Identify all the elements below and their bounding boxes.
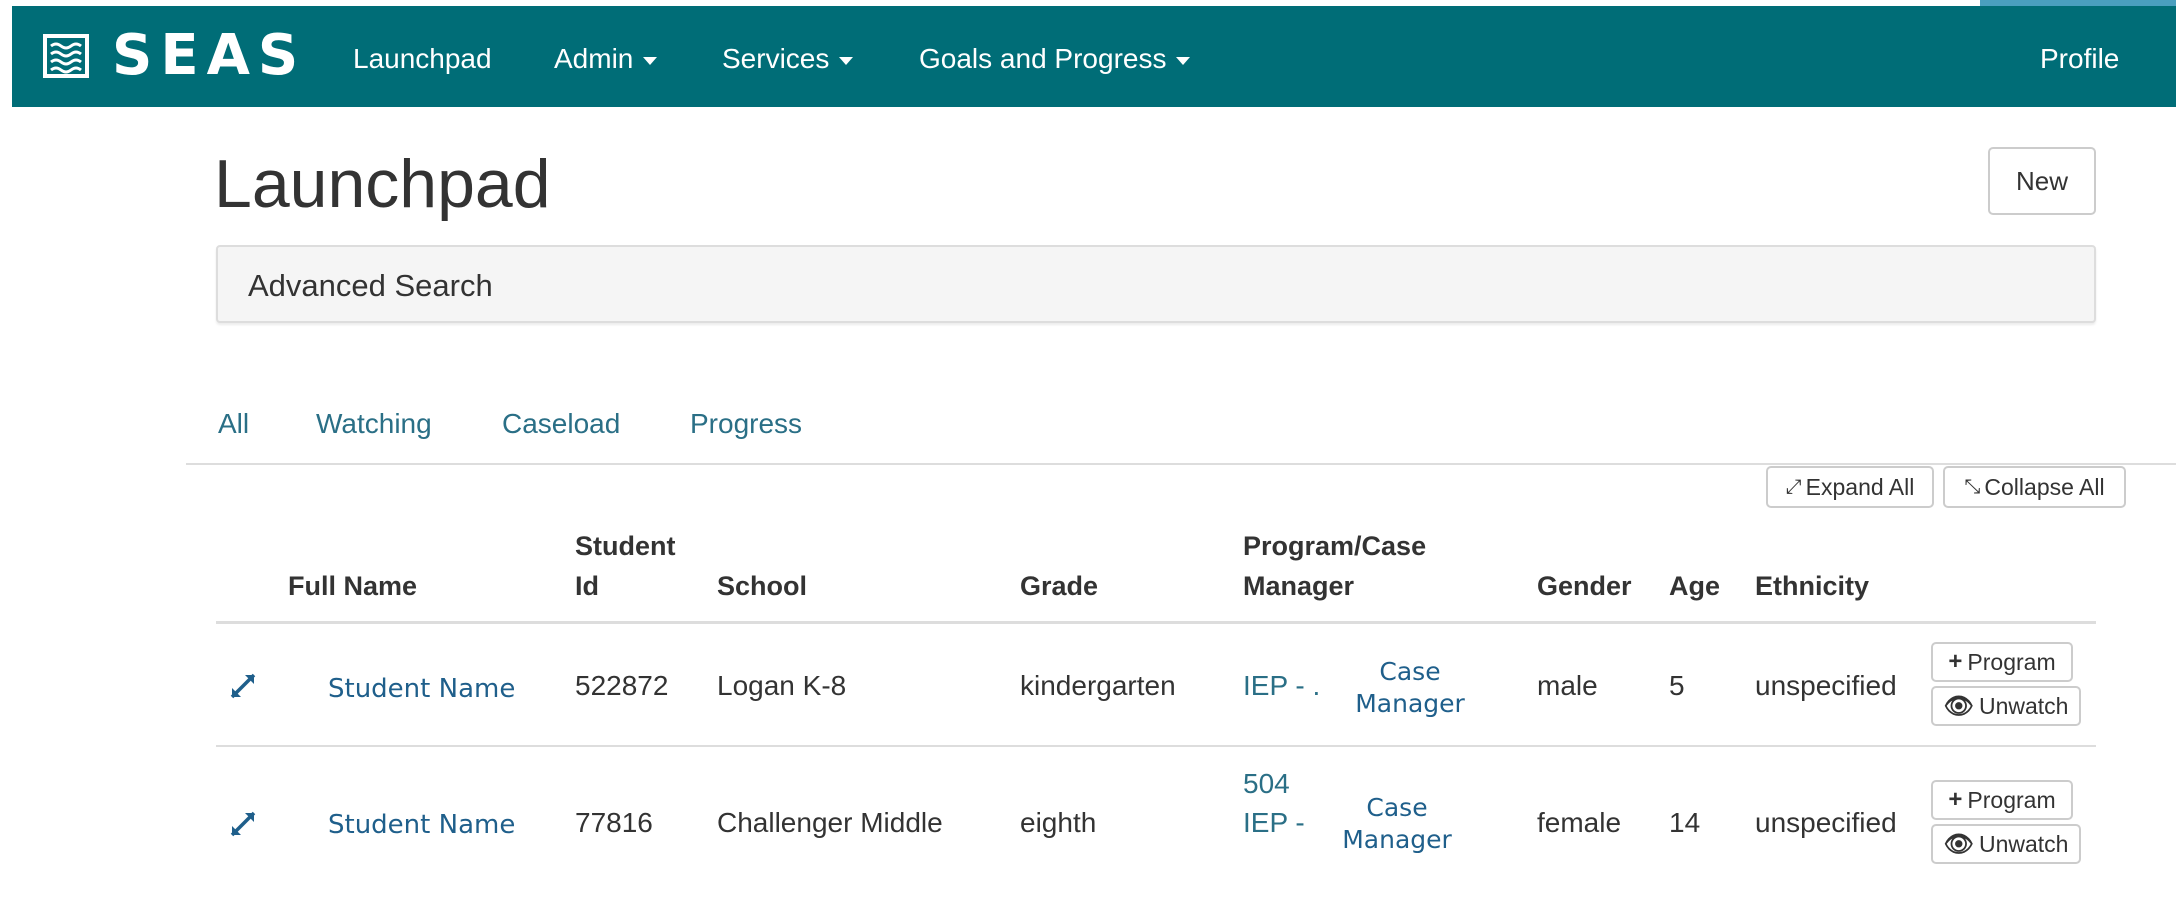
program-iep-link[interactable]: IEP - [1243, 806, 1305, 840]
header-program-line1[interactable]: Program/Case [1243, 526, 1426, 566]
header-gender[interactable]: Gender [1537, 566, 1632, 606]
nav-admin-dropdown[interactable]: Admin [554, 42, 658, 76]
top-navbar: SEAS Launchpad Admin Services Goals and … [12, 6, 2176, 107]
header-school[interactable]: School [717, 566, 807, 606]
unwatch-label: Unwatch [1978, 830, 2069, 857]
tab-all[interactable]: All [218, 407, 249, 441]
grade-cell: eighth [1020, 807, 1097, 838]
plus-icon: + [1948, 786, 1963, 813]
nav-launchpad[interactable]: Launchpad [353, 42, 492, 76]
nav-launchpad-label: Launchpad [353, 43, 492, 74]
waves-logo-icon [43, 34, 89, 78]
caret-down-icon [643, 56, 658, 65]
unwatch-button[interactable]: 👁 Unwatch [1931, 686, 2081, 726]
nav-profile[interactable]: Profile [2040, 42, 2119, 76]
brand-name: SEAS [112, 23, 307, 88]
gender-cell: male [1537, 670, 1598, 701]
eye-icon: 👁 [1943, 830, 1974, 858]
collapse-all-button[interactable]: ⤡ Collapse All [1943, 466, 2126, 508]
grade-cell: kindergarten [1020, 670, 1176, 701]
header-student-id-line1[interactable]: Student [575, 526, 676, 566]
tab-caseload[interactable]: Caseload [502, 407, 620, 441]
ethnicity-cell: unspecified [1755, 807, 1897, 838]
unwatch-button[interactable]: 👁 Unwatch [1931, 824, 2081, 864]
nav-services-label: Services [722, 43, 830, 74]
header-full-name[interactable]: Full Name [288, 566, 417, 606]
caret-down-icon [1176, 56, 1191, 65]
expand-all-button[interactable]: ⤢ Expand All [1766, 466, 1934, 508]
advanced-search-label: Advanced Search [248, 268, 493, 303]
case-manager-link[interactable]: Case Manager [1341, 792, 1453, 856]
caret-down-icon [839, 56, 854, 65]
header-grade[interactable]: Grade [1020, 566, 1098, 606]
case-manager-link[interactable]: Case Manager [1355, 656, 1465, 720]
program-504-link[interactable]: 504 [1243, 767, 1290, 801]
age-cell: 5 [1669, 670, 1685, 701]
tabs-divider [186, 463, 2176, 465]
school-cell: Challenger Middle [717, 807, 943, 838]
expand-arrows-icon: ⤢ [1785, 475, 1802, 498]
gender-cell: female [1537, 807, 1622, 838]
collapse-arrows-icon: ⤡ [1964, 475, 1981, 498]
ethnicity-cell: unspecified [1755, 670, 1897, 701]
tab-progress[interactable]: Progress [690, 407, 802, 441]
student-name-link[interactable]: Student Name [328, 808, 515, 842]
student-id-cell: 522872 [575, 670, 669, 701]
student-id-cell: 77816 [575, 807, 653, 838]
nav-services-dropdown[interactable]: Services [722, 42, 854, 76]
tab-watching[interactable]: Watching [316, 407, 432, 441]
header-ethnicity[interactable]: Ethnicity [1755, 566, 1869, 606]
table-header-divider [216, 621, 2096, 624]
add-program-label: Program [1967, 786, 2056, 813]
expand-row-icon[interactable] [228, 809, 258, 839]
header-program-line2[interactable]: Manager [1243, 566, 1354, 606]
new-button[interactable]: New [1988, 147, 2096, 215]
page-title: Launchpad [214, 146, 551, 222]
add-program-button[interactable]: + Program [1931, 780, 2073, 820]
plus-icon: + [1948, 648, 1963, 675]
nav-admin-label: Admin [554, 43, 634, 74]
eye-icon: 👁 [1943, 692, 1974, 720]
nav-profile-label: Profile [2040, 43, 2120, 74]
advanced-search-panel[interactable]: Advanced Search [216, 245, 2096, 323]
add-program-label: Program [1967, 648, 2056, 675]
nav-goals-progress-dropdown[interactable]: Goals and Progress [919, 42, 1191, 76]
row-divider [216, 745, 2096, 747]
unwatch-label: Unwatch [1978, 692, 2069, 719]
nav-goals-progress-label: Goals and Progress [919, 43, 1167, 74]
header-age[interactable]: Age [1669, 566, 1720, 606]
school-cell: Logan K-8 [717, 670, 847, 701]
header-student-id-line2[interactable]: Id [575, 566, 599, 606]
student-name-link[interactable]: Student Name [328, 672, 515, 706]
case-manager-line1: Case [1379, 657, 1441, 686]
case-manager-line2: Manager [1342, 825, 1452, 854]
program-link[interactable]: IEP - . [1243, 669, 1320, 703]
case-manager-line1: Case [1366, 793, 1428, 822]
case-manager-line2: Manager [1355, 689, 1465, 718]
expand-all-label: Expand All [1805, 473, 1915, 500]
add-program-button[interactable]: + Program [1931, 642, 2073, 682]
brand-logo[interactable]: SEAS [42, 26, 306, 86]
expand-row-icon[interactable] [228, 671, 258, 701]
age-cell: 14 [1669, 807, 1701, 838]
collapse-all-label: Collapse All [1984, 473, 2105, 500]
